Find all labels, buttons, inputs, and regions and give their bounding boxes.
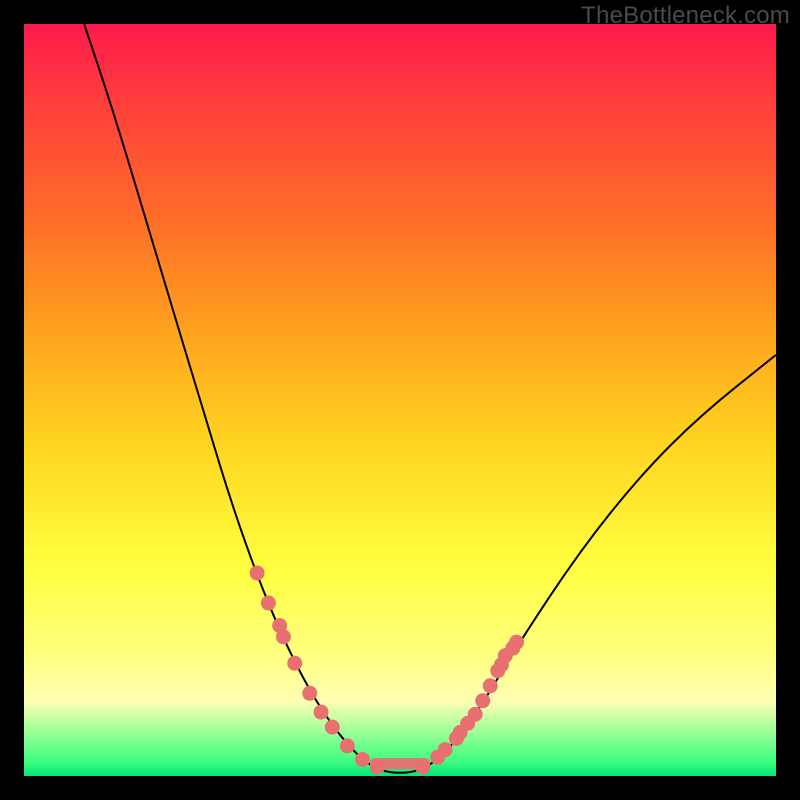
data-point [468,707,482,721]
data-point [438,743,452,757]
chart-frame [24,24,776,776]
watermark-text: TheBottleneck.com [581,2,790,30]
data-point [476,694,490,708]
data-point [340,739,354,753]
data-point [325,720,339,734]
bottleneck-curve [84,24,776,773]
bottleneck-curve-plot [24,24,776,776]
data-point [303,686,317,700]
data-point [314,705,328,719]
data-point [288,656,302,670]
data-points-group [250,566,523,774]
data-point [276,630,290,644]
data-point [510,635,524,649]
data-point [355,752,369,766]
data-point [261,596,275,610]
data-point [483,679,497,693]
data-point [370,760,384,774]
data-point [416,760,430,774]
data-point [250,566,264,580]
